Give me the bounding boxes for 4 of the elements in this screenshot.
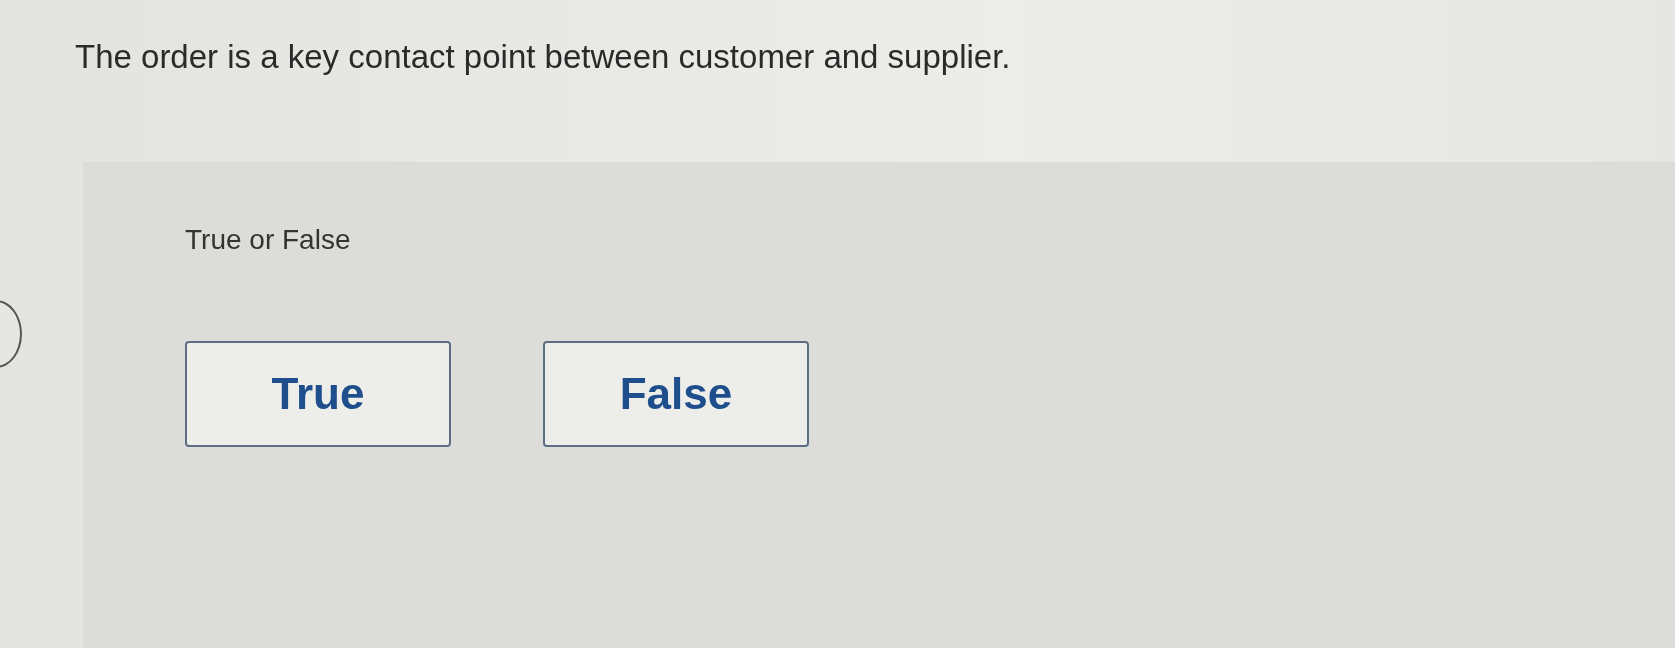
question-text: The order is a key contact point between customer and supplier. [74,37,1012,77]
prompt-text: True or False [185,224,351,256]
answer-button[interactable]: True [185,341,451,447]
answer-button[interactable]: False [543,341,809,447]
